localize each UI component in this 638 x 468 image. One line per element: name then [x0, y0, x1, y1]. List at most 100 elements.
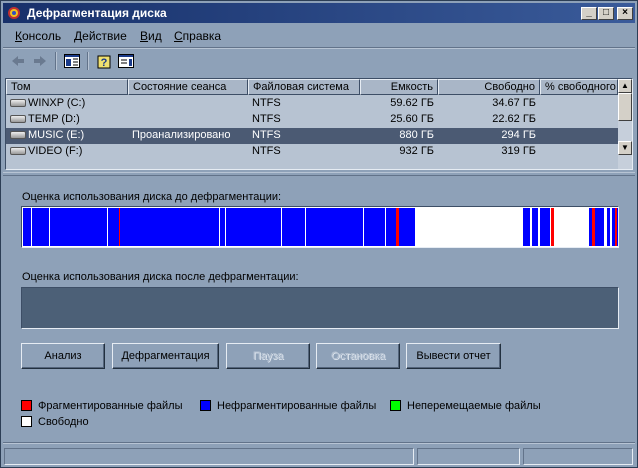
back-arrow-icon: [12, 56, 24, 66]
cluster-gap: [107, 208, 108, 246]
contiguous-swatch: [200, 400, 211, 411]
defrag-window: Дефрагментация диска _ □ × Консоль Дейст…: [0, 0, 638, 468]
column-volume[interactable]: Том: [6, 79, 128, 95]
pause-button[interactable]: Пауза: [226, 343, 310, 369]
scroll-up-button[interactable]: ▲: [618, 79, 632, 93]
minimize-button[interactable]: _: [581, 7, 597, 20]
volume-cell: MUSIC (E:): [10, 129, 128, 141]
show-hide-tree-button[interactable]: [63, 52, 81, 70]
scroll-down-button[interactable]: ▼: [618, 141, 632, 155]
status-bar: [3, 446, 635, 466]
cluster-gap: [281, 208, 282, 246]
volume-row[interactable]: VIDEO (F:) NTFS 932 ГБ 319 ГБ: [6, 144, 618, 160]
column-percent-free[interactable]: % свободного п: [540, 79, 618, 95]
title-bar[interactable]: Дефрагментация диска _ □ ×: [3, 3, 635, 23]
capacity-cell: 932 ГБ: [399, 145, 434, 157]
column-capacity[interactable]: Емкость: [360, 79, 438, 95]
volume-row[interactable]: WINXP (C:) NTFS 59.62 ГБ 34.67 ГБ: [6, 96, 618, 112]
cluster-segment: [532, 208, 538, 246]
volume-cell: VIDEO (F:): [10, 145, 128, 157]
status-pane-3: [523, 448, 633, 465]
menu-action[interactable]: Действие: [74, 29, 127, 43]
cluster-segment: [607, 208, 610, 246]
status-separator: [3, 442, 635, 444]
column-file-system[interactable]: Файловая система: [248, 79, 360, 95]
cluster-gap: [385, 208, 386, 246]
free-cell: 294 ГБ: [501, 129, 536, 141]
cluster-gap: [219, 208, 220, 246]
close-button[interactable]: ×: [617, 7, 633, 20]
volume-row-selected[interactable]: MUSIC (E:) Проанализировано NTFS 880 ГБ …: [6, 128, 618, 144]
cluster-gap: [225, 208, 226, 246]
fs-cell: NTFS: [252, 145, 281, 157]
help-icon: ?: [97, 55, 111, 69]
cluster-segment: [399, 208, 415, 246]
fs-cell: NTFS: [252, 129, 281, 141]
disk-usage-after-display: [21, 287, 619, 329]
fs-cell: NTFS: [252, 113, 281, 125]
menu-view[interactable]: Вид: [140, 29, 162, 43]
capacity-cell: 59.62 ГБ: [390, 97, 434, 109]
cluster-gap: [363, 208, 364, 246]
cluster-gap: [49, 208, 50, 246]
free-cell: 319 ГБ: [501, 145, 536, 157]
scroll-thumb[interactable]: [618, 93, 632, 121]
column-session-status[interactable]: Состояние сеанса: [128, 79, 248, 95]
free-cell: 22.62 ГБ: [492, 113, 536, 125]
cluster-segment: [551, 208, 554, 246]
cluster-segment: [540, 208, 550, 246]
volume-list[interactable]: Том Состояние сеанса Файловая система Ем…: [5, 78, 633, 170]
legend-fragmented: Фрагментированные файлы: [21, 400, 183, 412]
cluster-segment: [615, 208, 617, 246]
cluster-segment: [523, 208, 530, 246]
status-pane-2: [417, 448, 520, 465]
volume-cell: TEMP (D:): [10, 113, 128, 125]
help-button[interactable]: ?: [95, 52, 113, 70]
maximize-button[interactable]: □: [598, 7, 614, 20]
list-vertical-scrollbar[interactable]: ▲ ▼: [618, 79, 632, 169]
view-report-button[interactable]: Вывести отчет: [406, 343, 501, 369]
free-space-swatch: [21, 416, 32, 427]
pane-splitter[interactable]: [3, 172, 635, 176]
menu-help[interactable]: Справка: [174, 29, 221, 43]
capacity-cell: 880 ГБ: [399, 129, 434, 141]
toolbar: ?: [3, 49, 635, 73]
forward-button[interactable]: [31, 52, 49, 70]
cluster-fragment: [119, 208, 120, 246]
volume-row[interactable]: TEMP (D:) NTFS 25.60 ГБ 22.62 ГБ: [6, 112, 618, 128]
fs-cell: NTFS: [252, 97, 281, 109]
properties-icon: [118, 54, 134, 68]
cluster-segment: [592, 208, 595, 246]
cluster-segment: [23, 208, 396, 246]
svg-text:?: ?: [101, 57, 108, 69]
cluster-gap: [31, 208, 32, 246]
disk-usage-before-display: [21, 206, 619, 248]
list-header: Том Состояние сеанса Файловая система Ем…: [6, 79, 618, 95]
legend-unmovable: Неперемещаемые файлы: [390, 400, 541, 412]
legend-contiguous: Нефрагментированные файлы: [200, 400, 376, 412]
column-free[interactable]: Свободно: [438, 79, 540, 95]
volume-cell: WINXP (C:): [10, 97, 128, 109]
status-cell: Проанализировано: [132, 129, 231, 141]
back-button[interactable]: [9, 52, 27, 70]
capacity-cell: 25.60 ГБ: [390, 113, 434, 125]
toolbar-separator: [87, 52, 89, 70]
before-analysis-label: Оценка использования диска до дефрагмент…: [22, 191, 282, 203]
defrag-app-icon: [8, 7, 20, 19]
hard-drive-icon: [10, 115, 26, 124]
cluster-gap: [305, 208, 306, 246]
menu-console[interactable]: Консоль: [15, 29, 61, 43]
properties-button[interactable]: [117, 52, 135, 70]
hard-drive-icon: [10, 99, 26, 108]
hard-drive-icon: [10, 131, 26, 140]
after-analysis-label: Оценка использования диска после дефрагм…: [22, 271, 299, 283]
forward-arrow-icon: [34, 56, 46, 66]
defragment-button[interactable]: Дефрагментация: [112, 343, 219, 369]
legend-free: Свободно: [21, 416, 89, 428]
analyze-button[interactable]: Анализ: [21, 343, 105, 369]
hard-drive-icon: [10, 147, 26, 156]
unmovable-swatch: [390, 400, 401, 411]
stop-button[interactable]: Остановка: [316, 343, 400, 369]
free-cell: 34.67 ГБ: [492, 97, 536, 109]
menu-bar: Консоль Действие Вид Справка: [3, 25, 635, 47]
